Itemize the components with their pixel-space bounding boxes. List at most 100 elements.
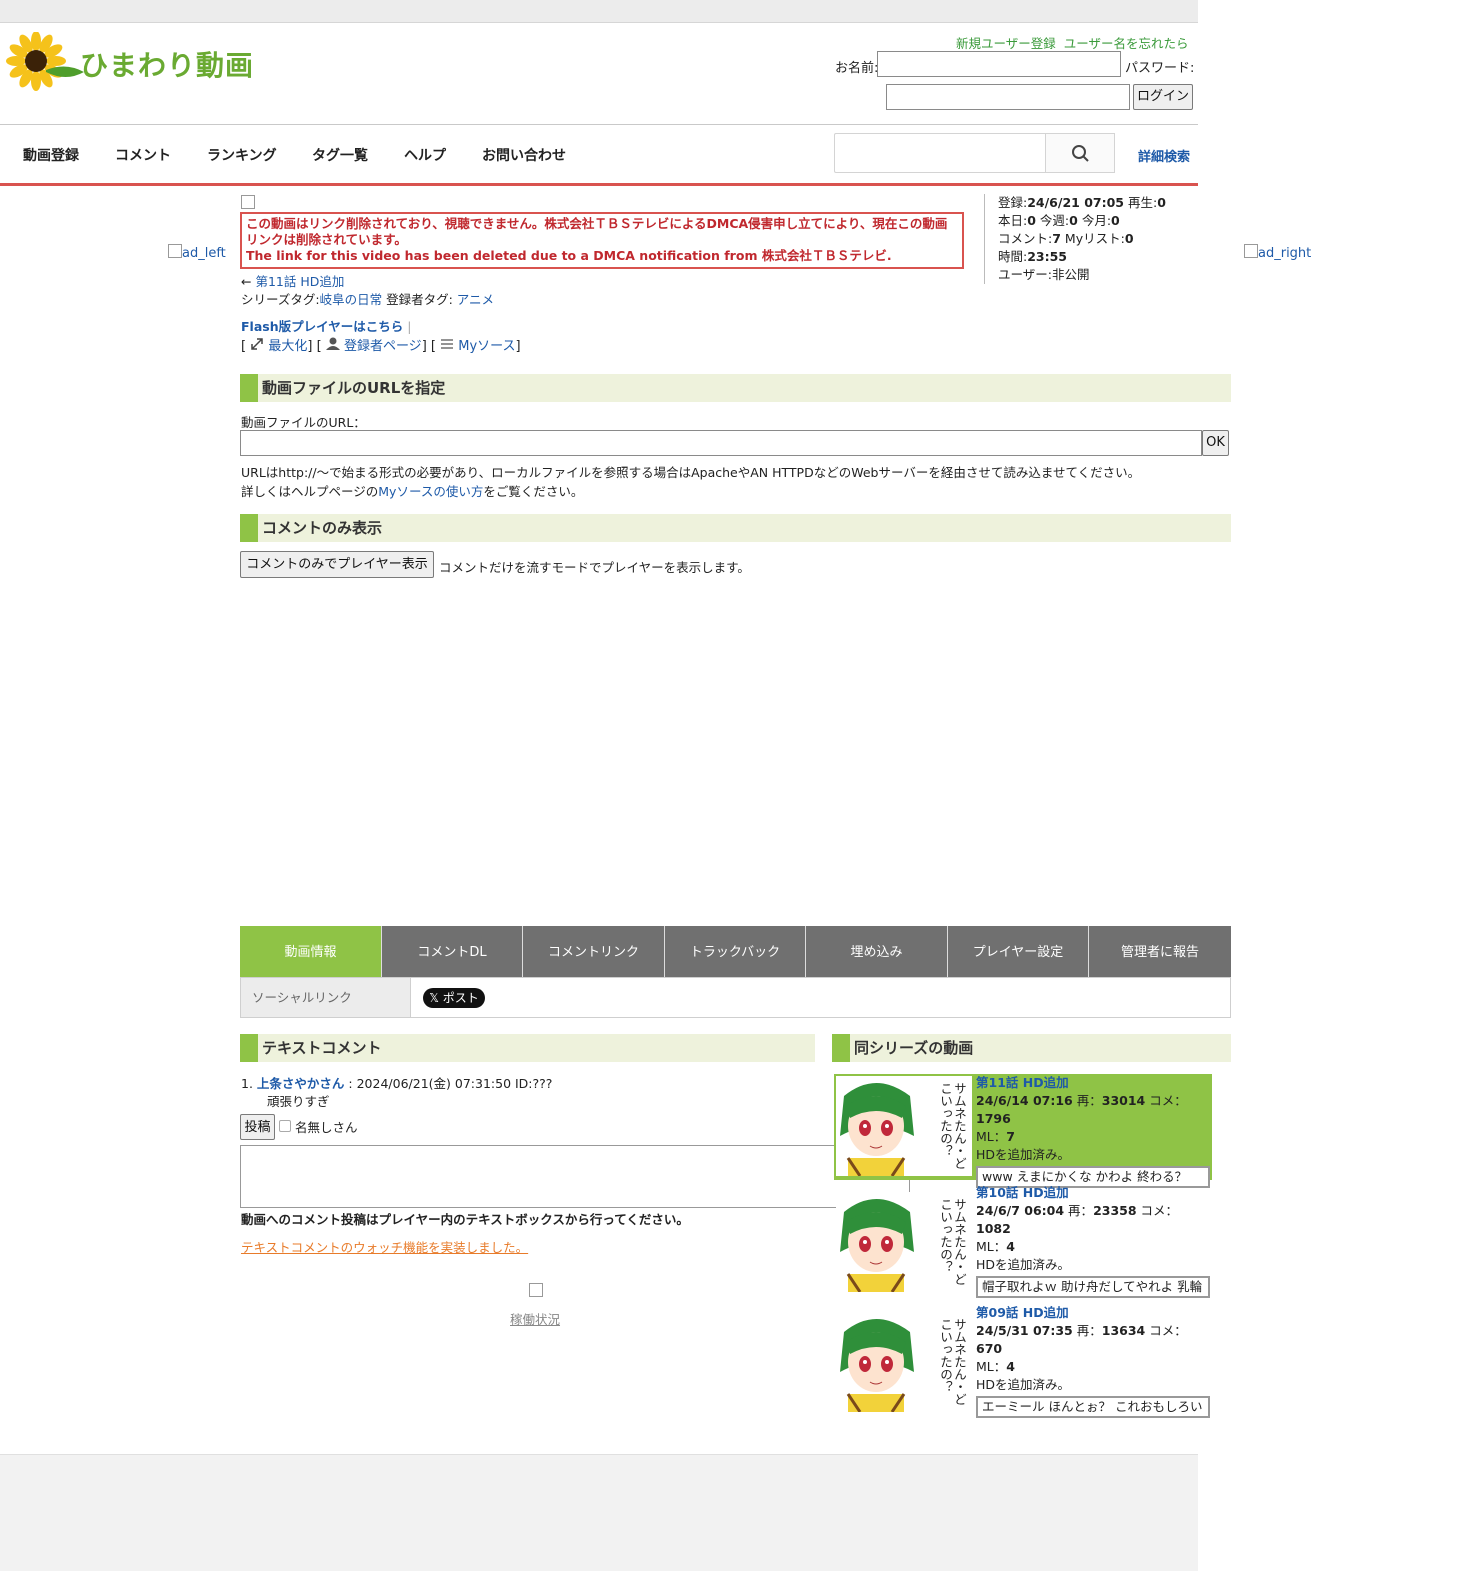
ml-label: ML： bbox=[976, 1129, 1007, 1144]
plays-value: 0 bbox=[1157, 195, 1166, 210]
ml-label: ML： bbox=[976, 1239, 1007, 1254]
anonymous-checkbox[interactable] bbox=[279, 1120, 291, 1132]
series-title-link[interactable]: 第10話 HD追加 bbox=[976, 1185, 1069, 1200]
flash-row: Flash版プレイヤーはこちら | bbox=[241, 316, 411, 335]
comment-only-player-button[interactable]: コメントのみでプレイヤー表示 bbox=[240, 551, 434, 578]
nav-comments[interactable]: コメント bbox=[115, 145, 171, 165]
comment-note: 動画へのコメント投稿はプレイヤー内のテキストボックスから行ってください。 bbox=[241, 1209, 689, 1228]
maximize-icon bbox=[246, 338, 268, 354]
forgot-username-link[interactable]: ユーザー名を忘れたら bbox=[1064, 36, 1189, 51]
series-info: 第09話 HD追加 24/5/31 07:35 再：13634 コメ： 670 M… bbox=[976, 1304, 1212, 1418]
separator: | bbox=[403, 319, 412, 334]
stats-row-registered: 登録:24/6/21 07:05 再生:0 bbox=[998, 194, 1198, 212]
comment-meta: : 2024/06/21(金) 07:31:50 ID:??? bbox=[348, 1076, 553, 1091]
tab-embed[interactable]: 埋め込み bbox=[806, 926, 948, 977]
month-value: 0 bbox=[1111, 213, 1120, 228]
series-thumbnail: サムネたん・どこいったの？ bbox=[836, 1312, 972, 1413]
comment-entry: 1. 上条さやかさん : 2024/06/21(金) 07:31:50 ID:?… bbox=[241, 1073, 552, 1092]
series-thumbnail: サムネたん・どこいったの？ bbox=[836, 1076, 972, 1177]
flash-player-link[interactable]: Flash版プレイヤーはこちら bbox=[241, 319, 403, 334]
series-item[interactable]: サムネたん・どこいったの？ 第11話 HD追加 24/6/14 07:16 再：… bbox=[834, 1074, 1212, 1188]
nav-contact[interactable]: お問い合わせ bbox=[482, 145, 566, 165]
stats-row-comments: コメント:7 Myリスト:0 bbox=[998, 230, 1198, 248]
register-link[interactable]: 新規ユーザー登録 bbox=[956, 36, 1056, 51]
today-label: 本日: bbox=[998, 213, 1028, 228]
tab-player-settings[interactable]: プレイヤー設定 bbox=[948, 926, 1089, 977]
tab-comment-dl[interactable]: コメントDL bbox=[382, 926, 523, 977]
series-tag-label: シリーズタグ: bbox=[241, 292, 320, 307]
comment-user-link[interactable]: 上条さやかさん bbox=[257, 1076, 345, 1091]
series-item[interactable]: サムネたん・どこいったの？ 第10話 HD追加 24/6/7 06:04 再：2… bbox=[834, 1184, 1212, 1300]
series-desc: HDを追加済み。 bbox=[976, 1257, 1071, 1272]
plays-label: 再生: bbox=[1127, 195, 1158, 210]
broken-image-icon bbox=[168, 244, 182, 258]
post-comment-button[interactable]: 投稿 bbox=[240, 1114, 275, 1140]
series-info: 第10話 HD追加 24/6/7 06:04 再：23358 コメ： 1082 M… bbox=[976, 1184, 1212, 1298]
nav-ranking[interactable]: ランキング bbox=[207, 145, 277, 165]
comments-label: コメ： bbox=[1149, 1323, 1187, 1338]
tab-comment-link[interactable]: コメントリンク bbox=[523, 926, 665, 977]
series-latest-comment: エーミール ほんとぉ？ これおもしろい bbox=[976, 1396, 1210, 1418]
search-button[interactable] bbox=[1045, 133, 1115, 173]
series-latest-comment: 帽子取れよｗ 助け舟だしてやれよ 乳輪 bbox=[976, 1276, 1210, 1298]
tags-row: シリーズタグ:岐阜の日常 登録者タグ: アニメ bbox=[241, 289, 494, 308]
nav-tags[interactable]: タグ一覧 bbox=[312, 145, 368, 165]
comment-textarea[interactable] bbox=[240, 1145, 910, 1208]
week-value: 0 bbox=[1069, 213, 1078, 228]
stats-row-period: 本日:0 今週:0 今月:0 bbox=[998, 212, 1198, 230]
mylist-value: 0 bbox=[1124, 231, 1134, 246]
stats-row-user: ユーザー:非公開 bbox=[998, 266, 1198, 284]
dmca-notice-jp: この動画はリンク削除されており、視聴できません。株式会社ＴＢＳテレビによるDMC… bbox=[246, 216, 948, 247]
video-url-input[interactable] bbox=[240, 430, 1202, 456]
url-help-2: 詳しくはヘルプページのMyソースの使い方をご覧ください。 bbox=[241, 481, 583, 500]
list-icon bbox=[436, 339, 458, 354]
comments-label: コメント: bbox=[998, 231, 1053, 246]
broken-image-icon bbox=[529, 1283, 543, 1297]
mysource-help-link[interactable]: Myソースの使い方 bbox=[378, 484, 483, 499]
url-help-suffix: をご覧ください。 bbox=[483, 484, 584, 499]
maximize-link[interactable]: 最大化 bbox=[268, 339, 307, 354]
url-ok-button[interactable]: OK bbox=[1202, 430, 1229, 456]
ad-left[interactable]: ad_left bbox=[168, 244, 226, 261]
uploader-page-link[interactable]: 登録者ページ bbox=[344, 339, 422, 354]
ad-right[interactable]: ad_right bbox=[1244, 244, 1311, 261]
series-ml: 4 bbox=[1006, 1239, 1015, 1254]
series-desc: HDを追加済み。 bbox=[976, 1377, 1071, 1392]
month-label: 今月: bbox=[1081, 213, 1112, 228]
x-post-button[interactable]: 𝕏 ポスト bbox=[423, 988, 485, 1008]
user-tag-link[interactable]: アニメ bbox=[457, 292, 494, 307]
series-item[interactable]: サムネたん・どこいったの？ 第09話 HD追加 24/5/31 07:35 再：… bbox=[834, 1304, 1212, 1424]
url-section-heading: 動画ファイルのURLを指定 bbox=[240, 374, 1231, 402]
series-title-link[interactable]: 第09話 HD追加 bbox=[976, 1305, 1069, 1320]
search-input[interactable] bbox=[834, 133, 1045, 173]
prev-episode-link[interactable]: 第11話 HD追加 bbox=[255, 274, 344, 289]
series-thumbnail: サムネたん・どこいったの？ bbox=[836, 1192, 972, 1293]
status-link[interactable]: 稼働状況 bbox=[510, 1309, 560, 1328]
social-label: ソーシャルリンク bbox=[241, 978, 411, 1017]
video-stats: 登録:24/6/21 07:05 再生:0 本日:0 今週:0 今月:0 コメン… bbox=[984, 194, 1198, 284]
tab-trackback[interactable]: トラックバック bbox=[665, 926, 806, 977]
watch-feature-link[interactable]: テキストコメントのウォッチ機能を実装しました。 bbox=[241, 1237, 528, 1256]
tab-report[interactable]: 管理者に報告 bbox=[1089, 926, 1231, 977]
login-button[interactable]: ログイン bbox=[1133, 84, 1193, 110]
nav-help[interactable]: ヘルプ bbox=[404, 145, 446, 165]
series-tag-link[interactable]: 岐阜の日常 bbox=[320, 292, 383, 307]
advanced-search-link[interactable]: 詳細検索 bbox=[1138, 146, 1190, 165]
series-ml: 7 bbox=[1006, 1129, 1015, 1144]
text-comments-heading: テキストコメント bbox=[240, 1034, 815, 1062]
name-label: お名前: bbox=[835, 61, 879, 76]
plays-label: 再： bbox=[1076, 1093, 1102, 1108]
ad-left-alt: ad_left bbox=[182, 246, 226, 261]
tab-video-info[interactable]: 動画情報 bbox=[240, 926, 382, 977]
anime-girl-icon bbox=[836, 1076, 916, 1177]
username-input[interactable] bbox=[877, 51, 1121, 77]
password-input[interactable] bbox=[886, 84, 1130, 110]
series-plays: 23358 bbox=[1093, 1203, 1137, 1218]
plays-label: 再： bbox=[1076, 1323, 1102, 1338]
mysource-link[interactable]: Myソース bbox=[458, 339, 515, 354]
anonymous-label: 名無しさん bbox=[295, 1120, 358, 1135]
password-label: パスワード: bbox=[1125, 61, 1195, 76]
series-title-link[interactable]: 第11話 HD追加 bbox=[976, 1075, 1069, 1090]
series-date: 24/5/31 07:35 bbox=[976, 1323, 1073, 1338]
nav-upload[interactable]: 動画登録 bbox=[23, 145, 79, 165]
